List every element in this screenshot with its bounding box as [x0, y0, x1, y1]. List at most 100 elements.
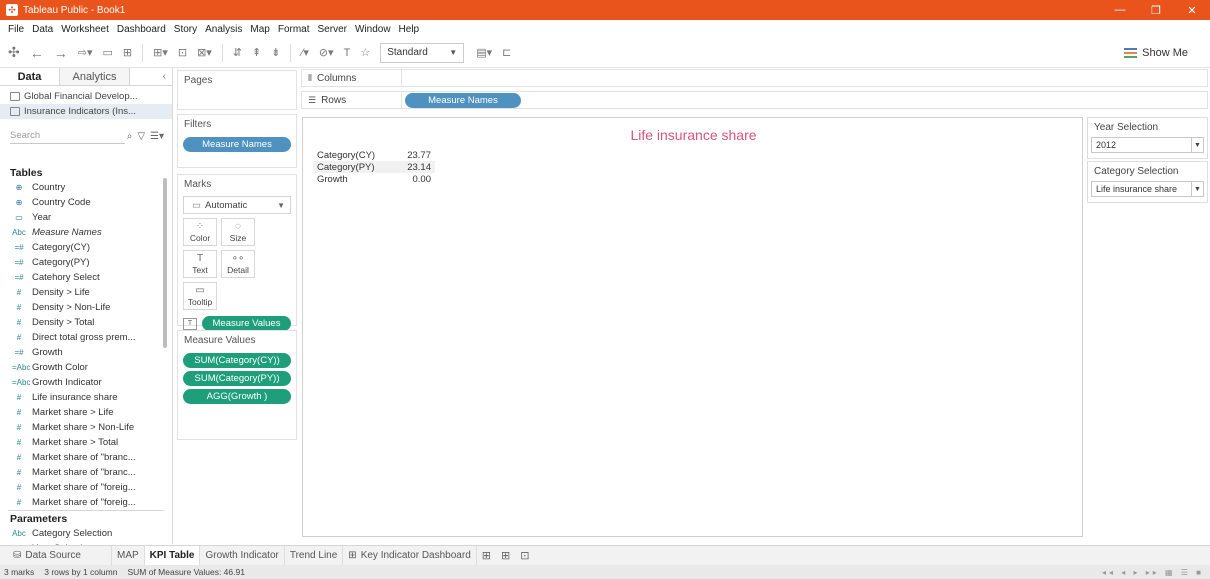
new-dashboard-icon[interactable]: ⊞	[496, 549, 515, 562]
field-item[interactable]: # Direct total gross prem...	[0, 330, 172, 345]
new-story-icon[interactable]: ⊡	[515, 549, 534, 562]
tableau-logo-icon[interactable]: ✣	[8, 43, 20, 63]
field-item[interactable]: # Market share of "foreig...	[0, 495, 172, 510]
pin-icon[interactable]: ☆	[360, 43, 370, 63]
measure-pill-py[interactable]: SUM(Category(PY))	[183, 371, 291, 386]
highlight-icon[interactable]: ⁄▾	[301, 43, 308, 63]
field-item[interactable]: =# Category(CY)	[0, 240, 172, 255]
sort-ascending-icon[interactable]: ⇞	[252, 43, 261, 63]
clear-sheet-icon[interactable]: ⊠▾	[197, 43, 212, 63]
fit-select[interactable]: Standard ▼	[380, 42, 465, 63]
table-row[interactable]: Growth 0.00	[313, 173, 435, 185]
measure-values-pill[interactable]: Measure Values	[202, 316, 291, 331]
field-item[interactable]: ▭ Year	[0, 210, 172, 225]
field-item[interactable]: =# Catehory Select	[0, 270, 172, 285]
menu-dashboard[interactable]: Dashboard	[113, 24, 170, 35]
search-input[interactable]: Search	[10, 128, 125, 144]
sort-descending-icon[interactable]: ⇟	[271, 43, 280, 63]
forward-icon[interactable]: →	[54, 43, 68, 63]
menu-analysis[interactable]: Analysis	[201, 24, 246, 35]
field-item[interactable]: =Abc Growth Indicator	[0, 375, 172, 390]
color-button[interactable]: ⁘ Color	[183, 218, 217, 246]
field-item[interactable]: Abc Measure Names	[0, 225, 172, 240]
year-select[interactable]: 2012 ▼	[1091, 137, 1204, 153]
field-item[interactable]: =# Category(PY)	[0, 255, 172, 270]
tableau-app-icon: ✣	[6, 4, 18, 16]
filter-pill[interactable]: Measure Names	[183, 137, 291, 152]
field-item[interactable]: # Density > Non-Life	[0, 300, 172, 315]
field-item[interactable]: # Market share > Non-Life	[0, 420, 172, 435]
tab-data[interactable]: Data	[0, 68, 60, 85]
menu-window[interactable]: Window	[351, 24, 395, 35]
presentation-icon[interactable]: ⊏	[502, 43, 511, 63]
table-row[interactable]: Category(CY) 23.77	[313, 149, 435, 161]
tab-analytics[interactable]: Analytics	[60, 68, 130, 85]
sheet-navigation-icon[interactable]: ◂◂ ◂ ▸ ▸▸ ▦ ☰ ■	[1102, 568, 1204, 577]
field-item[interactable]: ⊕ Country	[0, 180, 172, 195]
close-button[interactable]: ✕	[1174, 0, 1210, 20]
search-icon[interactable]: ⌕	[127, 131, 133, 142]
table-row[interactable]: Category(PY) 23.14	[313, 161, 435, 173]
scrollbar[interactable]	[163, 178, 167, 348]
field-item[interactable]: =Abc Growth Color	[0, 360, 172, 375]
add-datasource-icon[interactable]: ⊞	[123, 43, 132, 63]
field-item[interactable]: ⊕ Country Code	[0, 195, 172, 210]
menu-help[interactable]: Help	[395, 24, 424, 35]
columns-shelf[interactable]: ⦀ Columns	[301, 69, 1208, 87]
category-select[interactable]: Life insurance share ▼	[1091, 181, 1204, 197]
tab-data-source[interactable]: ⛁ Data Source	[8, 545, 112, 566]
field-item[interactable]: # Market share of "branc...	[0, 465, 172, 480]
menu-map[interactable]: Map	[246, 24, 273, 35]
pages-card[interactable]: Pages	[177, 70, 297, 110]
field-item[interactable]: =# Growth	[0, 345, 172, 360]
menu-format[interactable]: Format	[274, 24, 314, 35]
back-icon[interactable]: ←	[30, 43, 44, 63]
filters-card[interactable]: Filters Measure Names	[177, 114, 297, 168]
detail-button[interactable]: ∘∘ Detail	[221, 250, 255, 278]
tab-kpi-table[interactable]: KPI Table	[144, 545, 201, 566]
field-item[interactable]: # Market share of "foreig...	[0, 480, 172, 495]
field-item[interactable]: # Market share > Total	[0, 435, 172, 450]
datasource-item-active[interactable]: Insurance Indicators (Ins...	[0, 104, 172, 119]
new-worksheet-icon[interactable]: ⊞▾	[153, 43, 168, 63]
redo-icon[interactable]: ⇨▾	[78, 43, 93, 63]
filter-icon[interactable]: ▽	[137, 131, 145, 142]
labels-icon[interactable]: T	[344, 43, 351, 63]
mark-type-select[interactable]: ▭ Automatic ▼	[183, 196, 291, 214]
field-item[interactable]: Abc Category Selection	[0, 526, 172, 541]
swap-icon[interactable]: ⇵	[233, 43, 242, 63]
menu-file[interactable]: File	[4, 24, 28, 35]
duplicate-sheet-icon[interactable]: ⊡	[178, 43, 187, 63]
new-worksheet-icon[interactable]: ⊞	[477, 549, 496, 562]
field-item[interactable]: # Density > Life	[0, 285, 172, 300]
field-item[interactable]: # Market share > Life	[0, 405, 172, 420]
tab-key-indicator-dashboard[interactable]: ⊞ Key Indicator Dashboard	[343, 545, 477, 566]
tab-map[interactable]: MAP	[112, 545, 145, 566]
rows-shelf[interactable]: ☰ Rows Measure Names	[301, 91, 1208, 109]
measure-pill-cy[interactable]: SUM(Category(CY))	[183, 353, 291, 368]
rows-pill[interactable]: Measure Names	[405, 92, 521, 108]
menu-worksheet[interactable]: Worksheet	[57, 24, 113, 35]
show-cards-icon[interactable]: ▤▾	[476, 43, 492, 63]
field-item[interactable]: # Market share of "branc...	[0, 450, 172, 465]
restore-button[interactable]: ❐	[1138, 0, 1174, 20]
field-item[interactable]: # Life insurance share	[0, 390, 172, 405]
size-button[interactable]: ◌ Size	[221, 218, 255, 246]
minimize-button[interactable]: —	[1102, 0, 1138, 20]
tab-growth-indicator[interactable]: Growth Indicator	[200, 545, 285, 566]
menu-data[interactable]: Data	[28, 24, 57, 35]
text-button[interactable]: T Text	[183, 250, 217, 278]
show-me-button[interactable]: Show Me	[1124, 47, 1188, 59]
group-icon[interactable]: ⊘▾	[319, 43, 334, 63]
menu-server[interactable]: Server	[314, 24, 351, 35]
worksheet-view[interactable]: Life insurance share Category(CY) 23.77 C…	[302, 117, 1083, 537]
tab-trend-line[interactable]: Trend Line	[285, 545, 344, 566]
tooltip-button[interactable]: ▭ Tooltip	[183, 282, 217, 310]
collapse-pane-icon[interactable]: ‹	[163, 68, 172, 85]
measure-pill-growth[interactable]: AGG(Growth )	[183, 389, 291, 404]
field-item[interactable]: # Density > Total	[0, 315, 172, 330]
save-icon[interactable]: ▭	[102, 43, 112, 63]
view-options-icon[interactable]: ☰▾	[150, 131, 164, 142]
datasource-item[interactable]: Global Financial Develop...	[0, 89, 172, 104]
menu-story[interactable]: Story	[170, 24, 201, 35]
